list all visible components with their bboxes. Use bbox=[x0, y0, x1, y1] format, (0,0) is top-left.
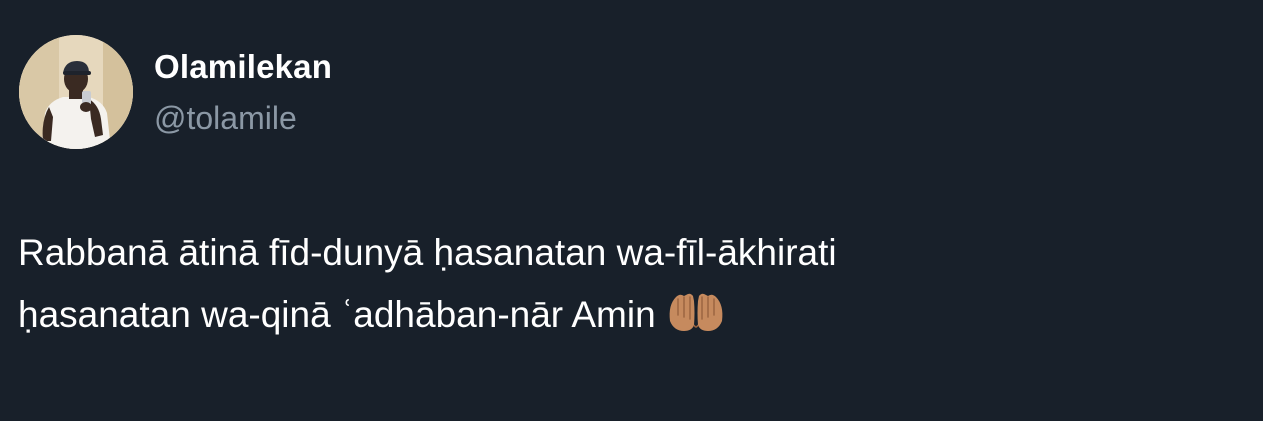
palms-up-together-icon bbox=[666, 291, 726, 335]
tweet-text-line-2-text: ḥasanatan wa-qinā ʿadhāban-nār Amin bbox=[18, 294, 656, 335]
tweet-text-line-2: ḥasanatan wa-qinā ʿadhāban-nār Amin bbox=[18, 284, 1218, 346]
tweet-text-line-1: Rabbanā ātinā fīd-dunyā ḥasanatan wa-fīl… bbox=[18, 232, 837, 273]
avatar-photo-icon bbox=[19, 35, 133, 149]
author-avatar[interactable] bbox=[19, 35, 133, 149]
author-display-name[interactable]: Olamilekan bbox=[154, 47, 332, 87]
author-handle[interactable]: @tolamile bbox=[154, 98, 297, 138]
tweet-card: Olamilekan @tolamile Rabbanā ātinā fīd-d… bbox=[0, 0, 1263, 421]
tweet-text: Rabbanā ātinā fīd-dunyā ḥasanatan wa-fīl… bbox=[18, 222, 1218, 346]
